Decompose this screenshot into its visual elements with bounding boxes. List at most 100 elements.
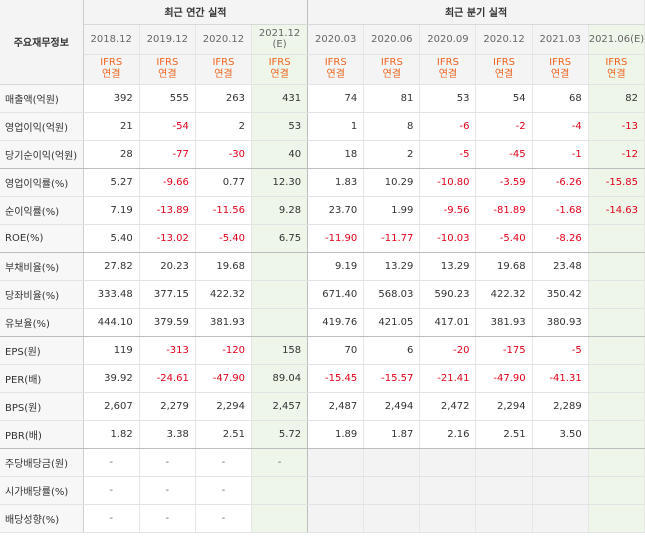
table-cell: 8 (363, 112, 421, 141)
table-row: 배당성향(%) - - - (0, 504, 645, 533)
table-cell: 671.40 (307, 280, 365, 309)
row-label: 영업이익률(%) (0, 168, 84, 197)
period-label: 2020.12 (202, 33, 245, 45)
table-cell: - (195, 476, 253, 505)
period-label: 2020.03 (315, 33, 357, 45)
estimate-tag: (E) (272, 39, 287, 50)
ifrs-label: IFRS (268, 57, 291, 68)
table-cell: 119 (83, 336, 140, 365)
table-cell: 81 (363, 84, 421, 113)
table-cell (588, 308, 645, 337)
table-cell: -14.63 (588, 196, 645, 225)
table-cell: -11.56 (195, 196, 253, 225)
table-cell (588, 504, 645, 533)
table-cell: -30 (195, 140, 253, 169)
period-label: 2020.12 (483, 33, 525, 45)
table-cell: 20.23 (139, 252, 196, 281)
table-cell: -3.59 (475, 168, 533, 197)
consolidated-label: 연결 (158, 69, 177, 80)
table-cell: -10.80 (419, 168, 477, 197)
table-cell: 19.68 (195, 252, 253, 281)
table-cell: 13.29 (419, 252, 477, 281)
row-label: EPS(원) (0, 336, 84, 365)
consolidated-label: 연결 (214, 69, 233, 80)
table-cell (588, 280, 645, 309)
table-cell: -175 (475, 336, 533, 365)
period-header: 2021.03 (532, 24, 589, 55)
table-cell: -11.77 (363, 224, 421, 253)
table-cell (532, 504, 589, 533)
table-cell: -15.45 (307, 364, 365, 393)
table-cell: 2,279 (139, 392, 196, 421)
period-label: 2021.06 (588, 33, 631, 45)
table-cell: 2,289 (532, 392, 589, 421)
table-cell (307, 504, 365, 533)
table-cell: -9.66 (139, 168, 196, 197)
table-cell: 2,487 (307, 392, 365, 421)
table-cell: 2.16 (419, 420, 477, 449)
ifrs-header: IFRS 연결 (307, 54, 365, 85)
table-cell: 1.83 (307, 168, 365, 197)
table-row: 시가배당률(%) - - - (0, 476, 645, 505)
table-cell: 5.72 (251, 420, 309, 449)
ifrs-label: IFRS (212, 57, 235, 68)
table-cell (532, 448, 589, 477)
table-cell (363, 448, 421, 477)
table-cell: -13.89 (139, 196, 196, 225)
table-cell: -20 (419, 336, 477, 365)
table-cell: -15.57 (363, 364, 421, 393)
table-cell (588, 392, 645, 421)
ifrs-header: IFRS 연결 (83, 54, 140, 85)
period-header: 2020.12 (475, 24, 533, 55)
table-cell: -5 (532, 336, 589, 365)
consolidated-label: 연결 (438, 69, 458, 80)
table-row: 매출액(억원) 392 555 263 431 74 81 53 54 68 82 (0, 84, 645, 113)
table-cell: 2,607 (83, 392, 140, 421)
table-cell: 380.93 (532, 308, 589, 337)
table-cell: 1.82 (83, 420, 140, 449)
table-cell: -313 (139, 336, 196, 365)
ifrs-header: IFRS 연결 (532, 54, 589, 85)
table-cell (588, 336, 645, 365)
table-cell (363, 476, 421, 505)
table-cell: 1.89 (307, 420, 365, 449)
row-label: 매출액(억원) (0, 84, 84, 113)
consolidated-label: 연결 (550, 69, 570, 80)
table-cell: 3.38 (139, 420, 196, 449)
period-label: 2020.06 (371, 33, 413, 45)
period-header: 2020.12 (195, 24, 253, 55)
period-header: 2020.03 (307, 24, 365, 55)
ifrs-label: IFRS (605, 57, 628, 68)
ifrs-header: IFRS 연결 (588, 54, 645, 85)
table-cell: 377.15 (139, 280, 196, 309)
header-row-ifrs: IFRS 연결 IFRS 연결 IFRS 연결 IFRS 연결 IFRS 연결 IFRS 연결 IFRS… (0, 54, 645, 85)
table-cell: 421.05 (363, 308, 421, 337)
table-row: BPS(원) 2,607 2,279 2,294 2,457 2,487 2,494 2,47… (0, 392, 645, 421)
table-cell: 6.75 (251, 224, 309, 253)
table-cell (307, 448, 365, 477)
table-cell: -15.85 (588, 168, 645, 197)
table-cell: -81.89 (475, 196, 533, 225)
ifrs-header: IFRS 연결 (419, 54, 477, 85)
table-cell: 3.50 (532, 420, 589, 449)
table-cell: 2.51 (475, 420, 533, 449)
consolidated-label: 연결 (270, 69, 289, 80)
table-cell: 431 (251, 84, 309, 113)
table-cell: -8.26 (532, 224, 589, 253)
table-cell: 0.77 (195, 168, 253, 197)
table-cell: 1.87 (363, 420, 421, 449)
table-cell: 12.30 (251, 168, 309, 197)
table-cell: 555 (139, 84, 196, 113)
table-cell: 5.27 (83, 168, 140, 197)
consolidated-label: 연결 (382, 69, 402, 80)
table-cell (588, 420, 645, 449)
table-cell: -120 (195, 336, 253, 365)
table-cell: - (139, 448, 196, 477)
table-cell (532, 476, 589, 505)
consolidated-label: 연결 (494, 69, 514, 80)
table-cell: -2 (475, 112, 533, 141)
row-label: PBR(배) (0, 420, 84, 449)
table-cell (363, 504, 421, 533)
period-label: 2019.12 (146, 33, 189, 45)
table-cell: 40 (251, 140, 309, 169)
